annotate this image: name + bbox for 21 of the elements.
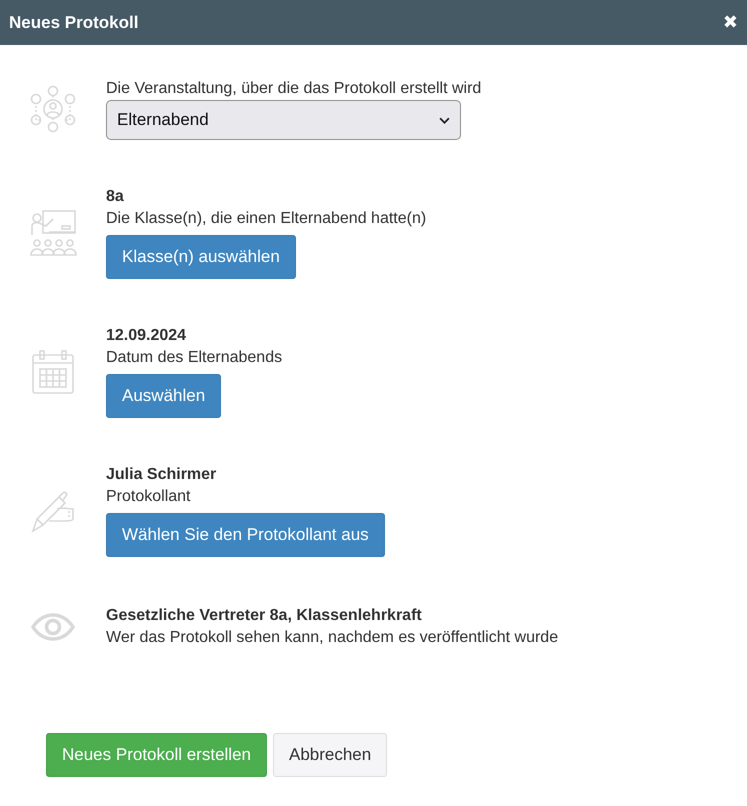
selected-value: Gesetzliche Vertreter 8a, Klassenlehrkraft <box>106 606 422 626</box>
select-button[interactable]: Wählen Sie den Protokollant aus <box>106 513 385 557</box>
people-network-icon <box>29 85 77 133</box>
field-description: Protokollant <box>106 487 190 507</box>
create-button[interactable]: Neues Protokoll erstellen <box>46 733 267 777</box>
calendar-icon <box>29 348 77 396</box>
selected-value: 12.09.2024 <box>106 326 186 346</box>
field-label: Die Veranstaltung, über die das Protokoll erstellt wird <box>106 79 482 99</box>
chevron-down-icon <box>439 116 450 124</box>
event-dropdown[interactable]: Elternabend <box>106 100 461 140</box>
window-title: Neues Protokoll <box>9 12 138 32</box>
field-description: Wer das Protokoll sehen kann, nachdem es veröffentlicht wurde <box>106 628 558 648</box>
classroom-icon <box>29 208 77 256</box>
select-button[interactable]: Auswählen <box>106 374 222 418</box>
close-button[interactable]: ✖ <box>722 14 738 32</box>
field-description: Die Klasse(n), die einen Elternabend hatte(n) <box>106 209 426 229</box>
selected-value: 8a <box>106 187 124 207</box>
selected-value: Julia Schirmer <box>106 465 216 485</box>
cancel-button[interactable]: Abbrechen <box>272 733 388 777</box>
field-description: Datum des Elternabends <box>106 348 282 368</box>
select-button[interactable]: Klasse(n) auswählen <box>106 235 296 279</box>
